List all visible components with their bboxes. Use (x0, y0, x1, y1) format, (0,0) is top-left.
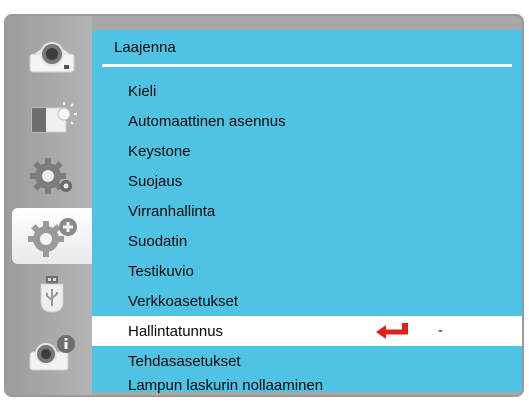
menu-panel: Laajenna Kieli Automaattinen asennus Key… (92, 30, 522, 394)
osd-menu-frame: Laajenna Kieli Automaattinen asennus Key… (4, 14, 524, 397)
menu-item-label: Suojaus (128, 172, 183, 190)
projector-icon (29, 42, 75, 73)
menu-item-label: Tehdasasetukset (128, 352, 241, 370)
projector-info-icon (29, 335, 75, 371)
sidebar-item-info[interactable] (12, 326, 92, 382)
menu-item-label: Hallintatunnus (128, 322, 224, 340)
menu-item-label: Suodatin (128, 232, 188, 250)
title-divider (102, 64, 512, 67)
gear-icon (30, 158, 72, 194)
menu-item-lampun-laskurin-nollaaminen[interactable]: Lampun laskurin nollaaminen (92, 376, 522, 394)
menu-item-label: Automaattinen asennus (128, 112, 286, 130)
menu-item-label: Kieli (128, 82, 157, 100)
picture-brightness-icon (31, 102, 77, 133)
sidebar-item-usb[interactable] (12, 266, 92, 322)
menu-item-suodatin[interactable]: Suodatin (92, 226, 522, 256)
usb-icon (40, 276, 64, 313)
menu-item-suojaus[interactable]: Suojaus (92, 166, 522, 196)
menu-item-label: Keystone (128, 142, 191, 160)
menu-item-verkkoasetukset[interactable]: Verkkoasetukset (92, 286, 522, 316)
menu-item-label: Virranhallinta (128, 202, 216, 220)
sidebar-item-picture[interactable] (12, 90, 92, 146)
menu-item-hallintatunnus[interactable]: Hallintatunnus - (92, 316, 522, 346)
menu-item-automaattinen-asennus[interactable]: Automaattinen asennus (92, 106, 522, 136)
menu-title: Laajenna (114, 39, 176, 56)
sidebar-item-expand[interactable] (12, 208, 92, 264)
menu-item-value: - (438, 322, 443, 339)
menu-item-label: Testikuvio (128, 262, 194, 280)
sidebar (6, 16, 92, 395)
menu-item-testikuvio[interactable]: Testikuvio (92, 256, 522, 286)
sidebar-item-settings[interactable] (12, 148, 92, 204)
menu-item-virranhallinta[interactable]: Virranhallinta (92, 196, 522, 226)
menu-item-keystone[interactable]: Keystone (92, 136, 522, 166)
sidebar-item-image[interactable] (12, 30, 92, 86)
menu-item-label: Verkkoasetukset (128, 292, 239, 310)
menu-item-label: Lampun laskurin nollaaminen (128, 377, 324, 394)
menu-item-tehdasasetukset[interactable]: Tehdasasetukset (92, 346, 522, 376)
expand-settings-icon (28, 218, 77, 257)
menu-item-kieli[interactable]: Kieli (92, 76, 522, 106)
enter-arrow-icon (376, 323, 408, 339)
